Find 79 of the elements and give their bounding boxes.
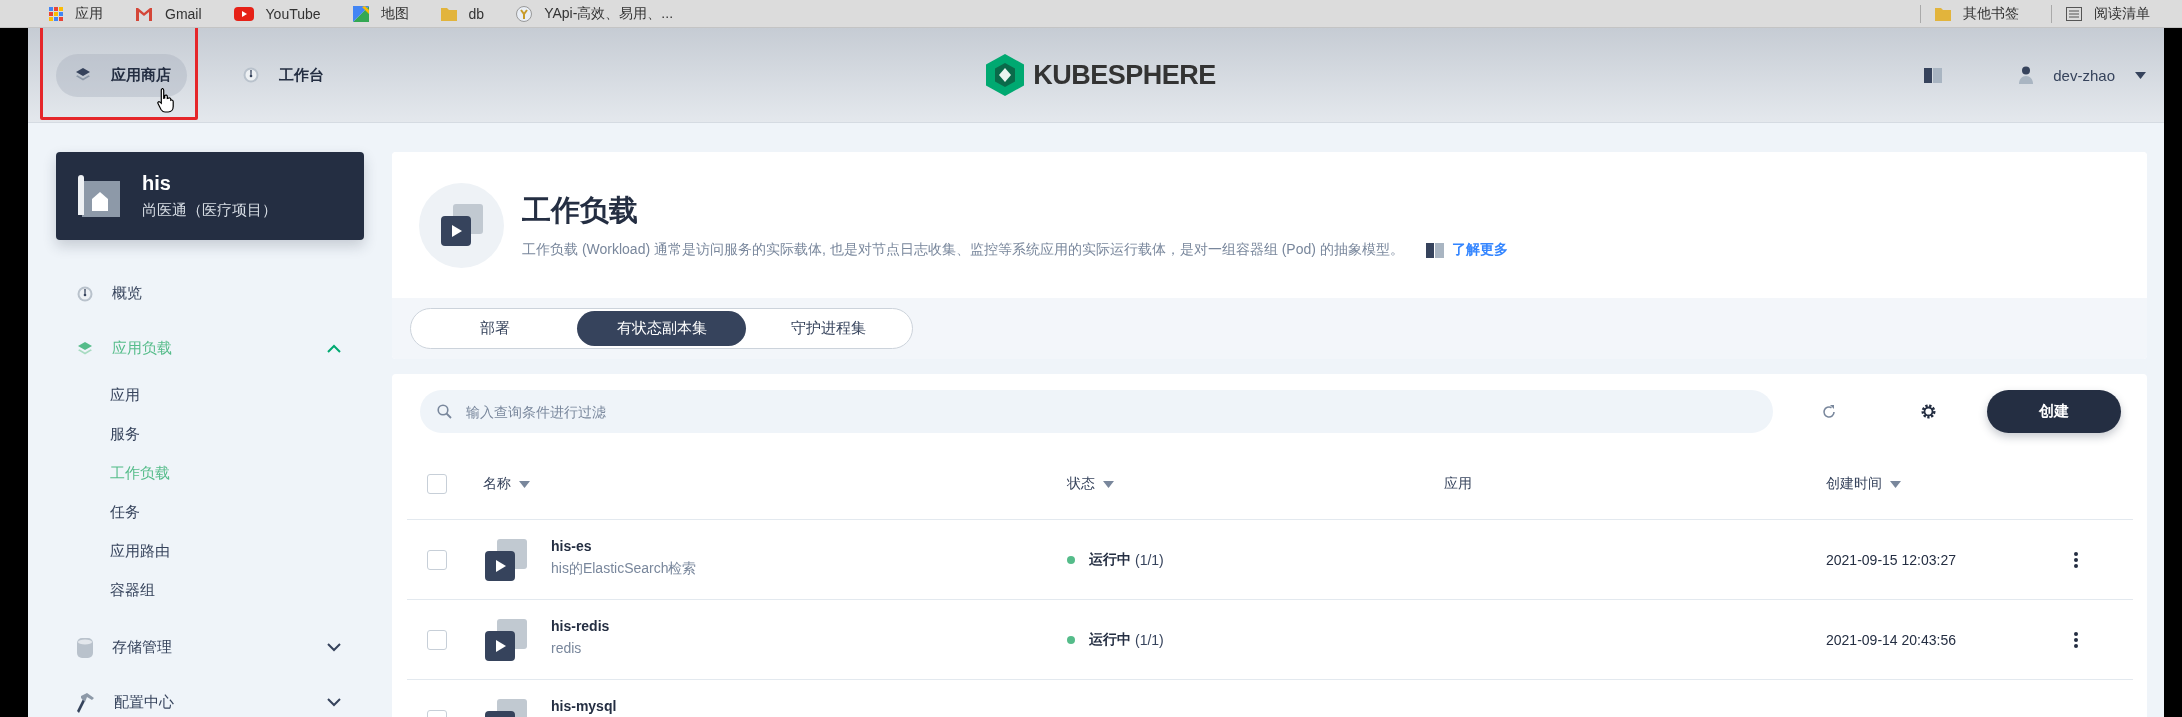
more-icon[interactable] <box>2074 631 2078 648</box>
map-icon <box>352 5 369 22</box>
hand-cursor-icon <box>157 86 175 113</box>
workload-name[interactable]: his-mysql <box>551 697 617 714</box>
gauge-icon <box>77 285 93 302</box>
refresh-icon[interactable] <box>1821 403 1837 420</box>
play-icon <box>233 6 254 21</box>
list-icon <box>2066 6 2082 21</box>
bookmark-link[interactable]: 阅读清单 <box>2094 4 2150 23</box>
folder-icon <box>1935 6 1951 21</box>
sidebar-subitem[interactable]: 服务 <box>56 415 364 454</box>
tab[interactable]: 守护进程集 <box>746 311 910 346</box>
more-icon[interactable] <box>2074 551 2078 568</box>
bookmark-link[interactable]: YouTube <box>265 5 321 22</box>
workload-description: his的ElasticSearch检索 <box>551 559 697 578</box>
chevron-down-icon <box>327 643 341 652</box>
create-button[interactable]: 创建 <box>1987 390 2121 433</box>
learn-more-link[interactable]: 了解更多 <box>1425 241 1508 259</box>
tab[interactable]: 部署 <box>413 311 577 346</box>
sidebar-item[interactable]: 概览 <box>56 266 364 321</box>
gauge-icon <box>243 67 259 83</box>
settings-icon[interactable] <box>1920 403 1937 420</box>
nav-tab[interactable]: 工作台 <box>224 53 340 97</box>
replica-count: (1/1) <box>1135 631 1164 648</box>
bookmark-link[interactable]: 其他书签 <box>1963 4 2019 23</box>
bookmark-link[interactable]: db <box>468 5 485 22</box>
project-description: 尚医通（医疗项目） <box>142 201 277 220</box>
sidebar-subitem[interactable]: 应用路由 <box>56 532 364 571</box>
hexagon-logo-icon <box>986 54 1025 96</box>
hammer-icon <box>77 692 95 713</box>
book-icon <box>1425 242 1444 258</box>
bookmark-link[interactable]: YApi-高效、易用、... <box>544 4 674 23</box>
caret-down-icon <box>2135 71 2146 79</box>
created-time: 2021-09-15 12:03:27 <box>1826 551 1956 568</box>
sidebar-subitem[interactable]: 容器组 <box>56 571 364 610</box>
workload-icon <box>438 202 485 248</box>
replica-count: (1/1) <box>1135 551 1164 568</box>
search-icon <box>437 404 452 419</box>
page-description: 工作负载 (Workload) 通常是访问服务的实际载体, 也是对节点日志收集、监控等系统应用的实际运行载体，是对一组容器组 (Pod) 的抽象模型。 <box>522 241 1404 259</box>
column-header[interactable]: 创建时间 <box>1826 475 1882 493</box>
status-text: 运行中 <box>1089 550 1131 569</box>
column-header[interactable]: 状态 <box>1067 475 1095 493</box>
workload-icon <box>483 616 529 663</box>
sidebar-item[interactable]: 配置中心 <box>56 675 364 717</box>
nav-tab[interactable]: 应用商店 <box>56 53 187 97</box>
folder-icon <box>440 6 457 21</box>
sidebar-item[interactable]: 存储管理 <box>56 620 364 675</box>
bookmark-link[interactable]: Gmail <box>165 5 202 22</box>
logo-text: KUBESPHERE <box>1033 59 1216 91</box>
layers-icon <box>77 340 93 357</box>
mail-icon <box>135 6 153 21</box>
chevron-down-icon <box>327 698 341 707</box>
workload-name[interactable]: his-es <box>551 537 697 554</box>
column-header[interactable]: 名称 <box>483 475 511 493</box>
checkbox[interactable] <box>427 474 447 494</box>
database-icon <box>77 637 93 658</box>
user-name[interactable]: dev-zhao <box>2053 66 2115 84</box>
workload-name[interactable]: his-redis <box>551 617 610 634</box>
tab[interactable]: 有状态副本集 <box>577 311 746 346</box>
bookmark-link[interactable]: 应用 <box>75 4 103 23</box>
user-icon <box>2019 66 2034 84</box>
workload-description: redis <box>551 639 583 656</box>
workload-icon <box>483 536 529 583</box>
page-title: 工作负载 <box>522 193 639 228</box>
sidebar-subitem[interactable]: 应用 <box>56 376 364 415</box>
checkbox[interactable] <box>427 629 447 650</box>
column-header: 应用 <box>1444 475 1472 493</box>
search-field[interactable]: 输入查询条件进行过滤 <box>420 390 1773 433</box>
layers-icon <box>75 67 91 83</box>
book-icon <box>1924 67 1943 83</box>
chevron-up-icon <box>327 344 341 353</box>
bookmark-link[interactable]: 地图 <box>380 4 409 23</box>
status-text: 运行中 <box>1089 630 1131 649</box>
project-name: his <box>142 172 172 195</box>
project-icon <box>78 175 120 217</box>
created-time: 2021-09-14 20:43:56 <box>1826 631 1956 648</box>
apps-grid-icon <box>49 6 63 21</box>
checkbox[interactable] <box>427 549 447 570</box>
sidebar-subitem[interactable]: 任务 <box>56 493 364 532</box>
